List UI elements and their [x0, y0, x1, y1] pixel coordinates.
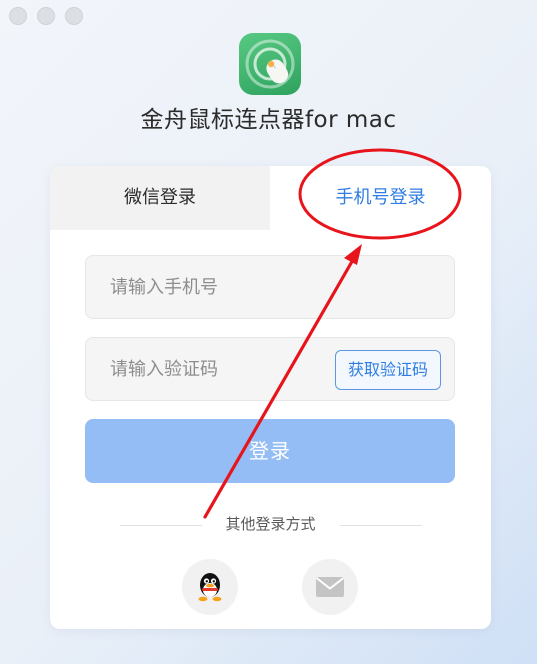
qq-icon: [198, 573, 222, 602]
minimize-window-button[interactable]: [37, 7, 55, 25]
qq-login-button[interactable]: [182, 559, 238, 615]
mail-icon: [315, 577, 345, 597]
app-title: 金舟鼠标连点器for mac: [140, 107, 397, 133]
tab-wechat-login[interactable]: 微信登录: [50, 166, 270, 230]
app-logo-icon: [239, 33, 301, 95]
get-code-button[interactable]: 获取验证码: [335, 350, 441, 390]
email-login-button[interactable]: [302, 559, 358, 615]
zoom-window-button[interactable]: [65, 7, 83, 25]
phone-input[interactable]: [86, 256, 454, 318]
divider-line-right: [340, 525, 422, 526]
code-field-container: 获取验证码: [85, 337, 455, 401]
window-controls: [9, 7, 83, 25]
phone-field-container: [85, 255, 455, 319]
close-window-button[interactable]: [9, 7, 27, 25]
login-card: 微信登录 手机号登录 获取验证码 登录 其他登录方式: [50, 166, 491, 629]
login-button[interactable]: 登录: [85, 419, 455, 483]
other-login-divider: 其他登录方式: [50, 513, 491, 537]
other-login-label: 其他登录方式: [225, 515, 316, 533]
tab-phone-login[interactable]: 手机号登录: [270, 166, 491, 230]
